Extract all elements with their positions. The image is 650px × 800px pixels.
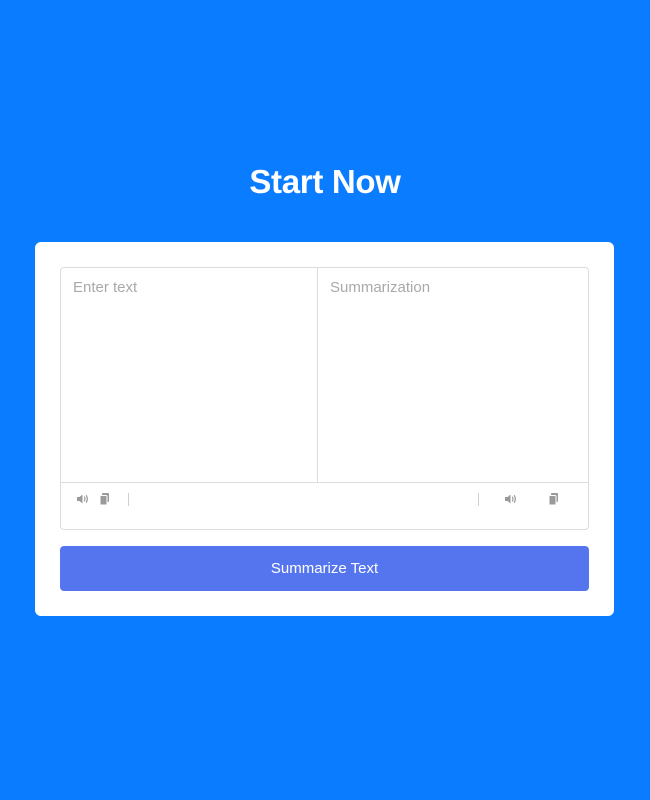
toolbar-divider (478, 493, 479, 506)
toolbar-divider (128, 493, 129, 506)
copy-icon[interactable] (98, 492, 112, 506)
input-pane (61, 268, 318, 482)
speaker-icon[interactable] (76, 492, 90, 506)
editor-box (60, 267, 589, 530)
summarizer-card: Summarize Text (35, 242, 614, 616)
output-pane (318, 268, 588, 482)
output-textarea[interactable] (318, 268, 588, 482)
page: Start Now Enter text Summarization Summa… (0, 0, 650, 800)
page-title: Start Now (249, 163, 401, 200)
copy-icon[interactable] (547, 492, 561, 506)
input-textarea[interactable] (61, 268, 317, 482)
editor-toolbar (61, 482, 588, 529)
summarize-button[interactable]: Summarize Text (60, 546, 589, 591)
speaker-icon[interactable] (504, 492, 518, 506)
